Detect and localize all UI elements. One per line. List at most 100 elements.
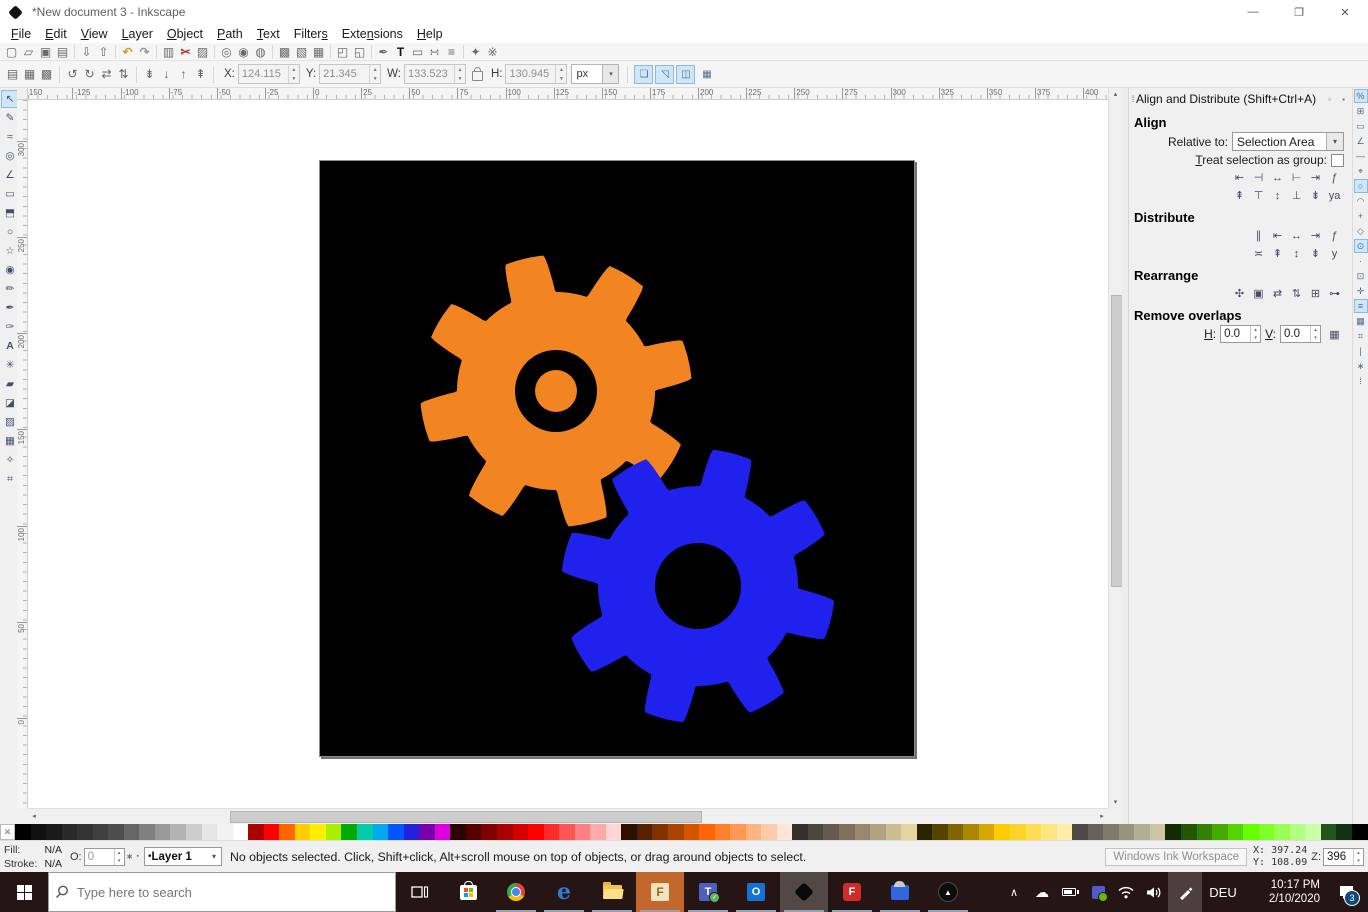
- rotate-cw-button[interactable]: ↻: [81, 66, 98, 83]
- color-swatch[interactable]: [916, 824, 933, 840]
- spinner-arrows[interactable]: ▴ ▾: [1353, 848, 1363, 865]
- color-swatch[interactable]: [310, 824, 326, 840]
- color-swatch[interactable]: [1149, 824, 1166, 840]
- color-swatch[interactable]: [434, 824, 451, 840]
- menu-filters[interactable]: Filters: [287, 26, 335, 42]
- color-swatch[interactable]: [170, 824, 187, 840]
- chevron-down-icon[interactable]: ▾: [207, 852, 221, 861]
- dialogs-button[interactable]: ▭: [409, 44, 426, 60]
- h-field-spinbox[interactable]: 130.945 ▲ ▼: [505, 64, 568, 84]
- color-swatch[interactable]: [139, 824, 155, 840]
- color-swatch[interactable]: [1258, 824, 1275, 840]
- align-bottom-edges-button[interactable]: ⊥: [1287, 187, 1306, 204]
- chevron-down-icon[interactable]: ▾: [602, 65, 619, 83]
- scroll-right-arrow[interactable]: ▸: [1096, 809, 1108, 822]
- cut-button[interactable]: ✂: [177, 44, 194, 60]
- scroll-down-arrow[interactable]: ▾: [1109, 796, 1122, 808]
- color-swatch[interactable]: [559, 824, 575, 840]
- snap-bbox-edges-toggle[interactable]: ▭: [1354, 119, 1368, 133]
- color-swatch[interactable]: [1165, 824, 1182, 840]
- scale-gradients-toggle[interactable]: ◫: [676, 64, 696, 84]
- color-swatch[interactable]: [823, 824, 839, 840]
- color-swatch[interactable]: [574, 824, 591, 840]
- color-swatch[interactable]: [605, 824, 622, 840]
- color-swatch[interactable]: [1320, 824, 1337, 840]
- color-swatch[interactable]: [248, 824, 264, 840]
- taskbar-app-blue-cat-app[interactable]: [876, 872, 924, 912]
- color-swatch[interactable]: [15, 824, 31, 840]
- onedrive-icon[interactable]: ☁: [1028, 872, 1056, 912]
- xml-editor-button[interactable]: ∺: [426, 44, 443, 60]
- taskbar-app-edge[interactable]: e: [540, 872, 588, 912]
- clone-button[interactable]: ▧: [293, 44, 310, 60]
- color-swatch[interactable]: [838, 824, 855, 840]
- snap-bbox-corners-toggle[interactable]: ∠: [1354, 134, 1368, 148]
- color-swatch[interactable]: [699, 824, 715, 840]
- color-swatch[interactable]: [792, 824, 808, 840]
- snap-rotation-centers-toggle[interactable]: ✛: [1354, 284, 1368, 298]
- color-swatch[interactable]: [108, 824, 124, 840]
- randomize-positions-button[interactable]: ⊞: [1306, 285, 1325, 302]
- color-swatch[interactable]: [341, 824, 358, 840]
- snap-cusp-nodes-toggle[interactable]: ◇: [1354, 224, 1368, 238]
- text-align-horizontal-button[interactable]: ƒ: [1325, 169, 1344, 186]
- fill-stroke-dialog-button[interactable]: ✒: [375, 44, 392, 60]
- color-swatch[interactable]: [512, 824, 529, 840]
- snap-bbox-toggle[interactable]: ⊞: [1354, 104, 1368, 118]
- color-swatch[interactable]: [543, 824, 560, 840]
- wifi-tray[interactable]: [1112, 872, 1140, 912]
- color-swatch[interactable]: [590, 824, 606, 840]
- color-swatch[interactable]: [885, 824, 902, 840]
- graph-layout-button[interactable]: ✣: [1230, 285, 1249, 302]
- layer-select[interactable]: • Layer 1 ▾: [143, 847, 222, 866]
- color-swatch[interactable]: [1352, 824, 1368, 840]
- taskbar-app-outlook[interactable]: O: [732, 872, 780, 912]
- color-swatch[interactable]: [1072, 824, 1088, 840]
- horizontal-scroll-thumb[interactable]: [230, 811, 702, 823]
- align-top-to-bottom-of-anchor-button[interactable]: ⇟: [1306, 187, 1325, 204]
- color-swatch[interactable]: [994, 824, 1010, 840]
- document-properties-button[interactable]: ※: [484, 44, 501, 60]
- panel-close-button[interactable]: ▪: [1337, 93, 1350, 106]
- snap-line-midpoints-toggle[interactable]: ·: [1354, 254, 1368, 268]
- unit-select[interactable]: px ▾: [571, 64, 620, 84]
- start-button[interactable]: [0, 872, 48, 912]
- color-swatch[interactable]: [61, 824, 78, 840]
- deselect-button[interactable]: ▩: [38, 66, 55, 83]
- snap-nodes-toggle[interactable]: ○: [1353, 179, 1368, 193]
- group-button[interactable]: ◰: [334, 44, 351, 60]
- clock[interactable]: 10:17 PM 2/10/2020: [1244, 872, 1324, 912]
- color-swatch[interactable]: [1087, 824, 1104, 840]
- snap-more-toggle[interactable]: ⁞: [1354, 374, 1368, 388]
- snap-enable-toggle[interactable]: %: [1353, 89, 1368, 103]
- lower-button[interactable]: ↓: [158, 66, 175, 83]
- color-swatch[interactable]: [496, 824, 513, 840]
- align-left-edges-button[interactable]: ⊣: [1249, 169, 1268, 186]
- taskbar-app-teams[interactable]: T ✓: [684, 872, 732, 912]
- rotate-stacking-order-button[interactable]: ⇅: [1287, 285, 1306, 302]
- color-swatch[interactable]: [528, 824, 544, 840]
- distribute-right-edges-button[interactable]: ⇥: [1306, 227, 1325, 244]
- color-swatch[interactable]: [1010, 824, 1026, 840]
- minimize-button[interactable]: —: [1230, 0, 1276, 24]
- vertical-scrollbar[interactable]: ▴ ▾: [1108, 88, 1123, 808]
- menu-help[interactable]: Help: [410, 26, 450, 42]
- text-distribute-horizontal-button[interactable]: ƒ: [1325, 227, 1344, 244]
- color-swatch[interactable]: [201, 824, 218, 840]
- layer-visibility-icon[interactable]: ✱: [127, 853, 133, 861]
- volume-tray[interactable]: [1140, 872, 1168, 912]
- scroll-up-arrow[interactable]: ▴: [1109, 88, 1122, 100]
- color-swatch[interactable]: [978, 824, 995, 840]
- undo-button[interactable]: ↶: [119, 44, 136, 60]
- snap-page-border-toggle[interactable]: ▦: [1354, 314, 1368, 328]
- no-color-swatch[interactable]: ✕: [0, 824, 15, 840]
- align-right-edges-button[interactable]: ⊢: [1287, 169, 1306, 186]
- canvas[interactable]: [28, 100, 1108, 808]
- paste-button[interactable]: ▨: [194, 44, 211, 60]
- preferences-button[interactable]: ✦: [467, 44, 484, 60]
- color-swatch[interactable]: [1336, 824, 1353, 840]
- color-swatch[interactable]: [481, 824, 497, 840]
- distribute-centers-horizontally-button[interactable]: ⇤: [1268, 227, 1287, 244]
- text-distribute-vertical-button[interactable]: y: [1325, 245, 1344, 262]
- import-button[interactable]: ⇩: [78, 44, 95, 60]
